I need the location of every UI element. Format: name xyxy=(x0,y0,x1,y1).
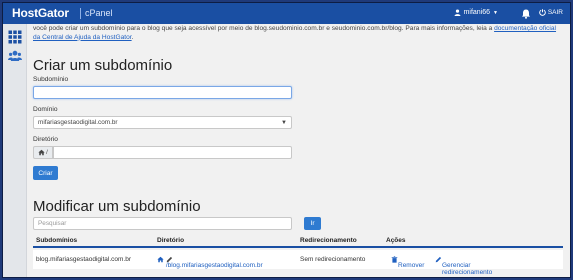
user-icon xyxy=(454,9,461,16)
intro-text: você pode criar um subdomínio para o blo… xyxy=(33,25,563,42)
domain-label: Domínio xyxy=(33,106,58,113)
directory-prefix: / xyxy=(33,146,53,159)
intro-body: você pode criar um subdomínio para o blo… xyxy=(33,25,495,32)
logout-label: SAIR xyxy=(547,9,563,16)
logout-icon xyxy=(539,9,546,16)
user-menu[interactable]: mifani66 ▼ xyxy=(454,9,498,16)
logout-button[interactable]: SAIR xyxy=(539,9,563,16)
subdomain-label: Subdomínio xyxy=(33,76,69,83)
row-directory-link[interactable]: /blog.mifariasgestaodigital.com.br xyxy=(157,256,263,269)
subdomain-input[interactable] xyxy=(33,86,292,99)
manage-redirect-button[interactable]: Gerenciar redirecionamento xyxy=(435,256,492,276)
bell-icon[interactable] xyxy=(520,8,532,20)
modify-section-title: Modificar um subdomínio xyxy=(33,198,201,215)
remove-button[interactable]: Remover xyxy=(391,256,424,269)
directory-prefix-text: / xyxy=(46,149,48,156)
product-name: cPanel xyxy=(85,8,113,18)
top-bar: HostGator cPanel mifani66 ▼ SAIR xyxy=(3,3,570,24)
table-row: blog.mifariasgestaodigital.com.br /blog.… xyxy=(33,250,563,276)
column-subdomains[interactable]: Subdomínios xyxy=(36,237,77,244)
row-redirect: Sem redirecionamento xyxy=(300,256,366,263)
search-placeholder: Pesquisar xyxy=(38,220,67,227)
grid-icon[interactable] xyxy=(8,30,22,44)
chevron-down-icon: ▼ xyxy=(281,120,287,126)
directory-label: Diretório xyxy=(33,136,58,143)
remove-label: Remover xyxy=(398,262,425,269)
sidebar xyxy=(3,24,27,277)
cpanel-window: HostGator cPanel mifani66 ▼ SAIR você po… xyxy=(2,2,571,278)
row-subdomain: blog.mifariasgestaodigital.com.br xyxy=(36,256,132,263)
home-icon xyxy=(157,256,164,263)
column-actions: Ações xyxy=(386,237,406,244)
subdomains-table-header: Subdomínios Diretório Redirecionamento A… xyxy=(33,236,563,248)
column-redirect: Redirecionamento xyxy=(300,237,357,244)
manage-redirect-label: Gerenciar redirecionamento xyxy=(442,262,493,276)
domain-selected-value: mifariasgestaodigital.com.br xyxy=(38,119,118,126)
users-icon[interactable] xyxy=(8,49,22,63)
chevron-down-icon: ▼ xyxy=(493,9,498,16)
username: mifani66 xyxy=(463,9,491,16)
create-section-title: Criar um subdomínio xyxy=(33,57,173,74)
domain-select[interactable]: mifariasgestaodigital.com.br ▼ xyxy=(33,116,292,129)
brand-logo[interactable]: HostGator xyxy=(12,6,69,20)
logo-divider xyxy=(80,8,81,19)
trash-icon xyxy=(391,256,398,263)
row-directory-text: /blog.mifariasgestaodigital.com.br xyxy=(165,262,263,269)
intro-trailing: . xyxy=(131,33,134,41)
search-input[interactable]: Pesquisar xyxy=(33,217,292,230)
pencil-icon xyxy=(435,256,442,263)
search-go-button[interactable]: Ir xyxy=(304,217,321,230)
create-button[interactable]: Criar xyxy=(33,166,58,180)
home-icon xyxy=(38,149,45,156)
directory-input[interactable] xyxy=(53,146,292,159)
column-directory[interactable]: Diretório xyxy=(157,237,184,244)
